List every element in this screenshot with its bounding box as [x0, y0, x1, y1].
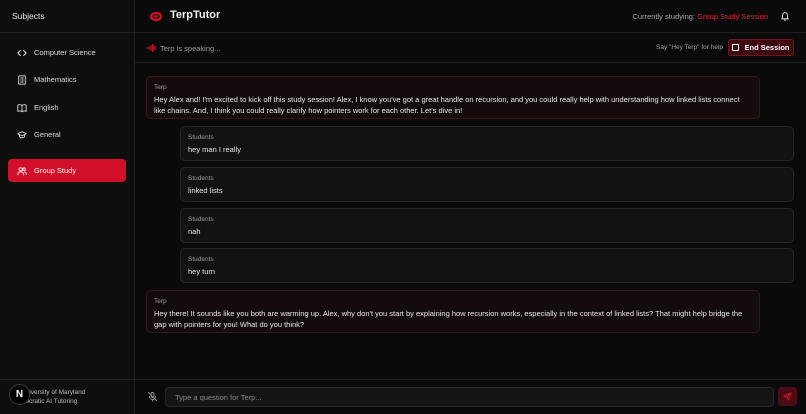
message-author: Students [188, 216, 214, 223]
message-student: Students nah [180, 208, 794, 243]
code-icon [17, 49, 27, 56]
speaking-status: Terp is speaking... [160, 44, 221, 53]
calculator-icon [18, 74, 26, 85]
send-button[interactable] [778, 387, 797, 406]
message-author: Terp [154, 84, 167, 91]
sidebar-item-group-study[interactable]: Group Study [8, 159, 126, 182]
sidebar-divider [0, 32, 135, 33]
message-terp: Terp Hey Alex and! I'm excited to kick o… [146, 76, 760, 119]
mic-off-icon[interactable] [147, 391, 158, 402]
message-student: Students hey turn [180, 248, 794, 283]
app-header: TerpTutor Currently studying: Group Stud… [135, 0, 806, 33]
sidebar: Subjects Computer Science Mathematics En… [0, 0, 135, 414]
message-text: linked lists [188, 186, 223, 195]
footer-university: University of Maryland [21, 389, 86, 396]
sidebar-item-label: General [34, 130, 61, 139]
message-author: Students [188, 256, 214, 263]
users-icon [17, 166, 27, 175]
message-text: Hey Alex and! I'm excited to kick off th… [154, 95, 740, 115]
message-author: Students [188, 175, 214, 182]
voice-hint: Say "Hey Terp" for help [656, 44, 723, 51]
sidebar-footer: University of Maryland Socratic AI Tutor… [21, 388, 85, 406]
message-text: hey man I really [188, 145, 241, 154]
avatar[interactable]: N [9, 384, 30, 405]
sidebar-item-mathematics[interactable]: Mathematics [8, 68, 126, 91]
sidebar-item-label: Mathematics [34, 75, 77, 84]
sidebar-item-computer-science[interactable]: Computer Science [8, 41, 126, 64]
message-author: Students [188, 134, 214, 141]
end-session-label: End Session [744, 43, 790, 52]
send-icon [783, 392, 792, 401]
sidebar-item-label: English [34, 103, 59, 112]
input-bar [135, 379, 806, 414]
chat-area[interactable]: Terp Hey Alex and! I'm excited to kick o… [135, 63, 806, 379]
sidebar-item-label: Computer Science [34, 48, 96, 57]
sidebar-title: Subjects [12, 11, 45, 21]
terp-logo-icon [149, 11, 163, 22]
app-title: TerpTutor [170, 9, 221, 21]
stop-icon [732, 44, 740, 51]
graduation-cap-icon [17, 130, 27, 138]
bell-icon[interactable] [780, 11, 790, 21]
sidebar-item-general[interactable]: General [8, 123, 126, 146]
footer-tagline: Socratic AI Tutoring [21, 398, 78, 405]
studying-session: Group Study Session [697, 12, 768, 21]
message-author: Terp [154, 298, 167, 305]
message-student: Students hey man I really [180, 126, 794, 161]
message-text: nah [188, 227, 201, 236]
message-text: hey turn [188, 267, 216, 276]
end-session-button[interactable]: End Session [728, 39, 794, 56]
question-input[interactable] [165, 387, 774, 407]
message-text: Hey there! It sounds like you both are w… [154, 309, 743, 329]
studying-label: Currently studying: [632, 12, 696, 21]
sidebar-item-english[interactable]: English [8, 96, 126, 119]
message-terp: Terp Hey there! It sounds like you both … [146, 290, 760, 333]
book-icon [17, 103, 27, 112]
message-student: Students linked lists [180, 167, 794, 202]
currently-studying: Currently studying: Group Study Session [633, 12, 769, 21]
sidebar-item-label: Group Study [34, 166, 77, 175]
sidebar-footer-divider [0, 379, 135, 380]
status-bar: Terp is speaking... Say "Hey Terp" for h… [135, 33, 806, 63]
speaking-wave-icon [147, 44, 156, 52]
